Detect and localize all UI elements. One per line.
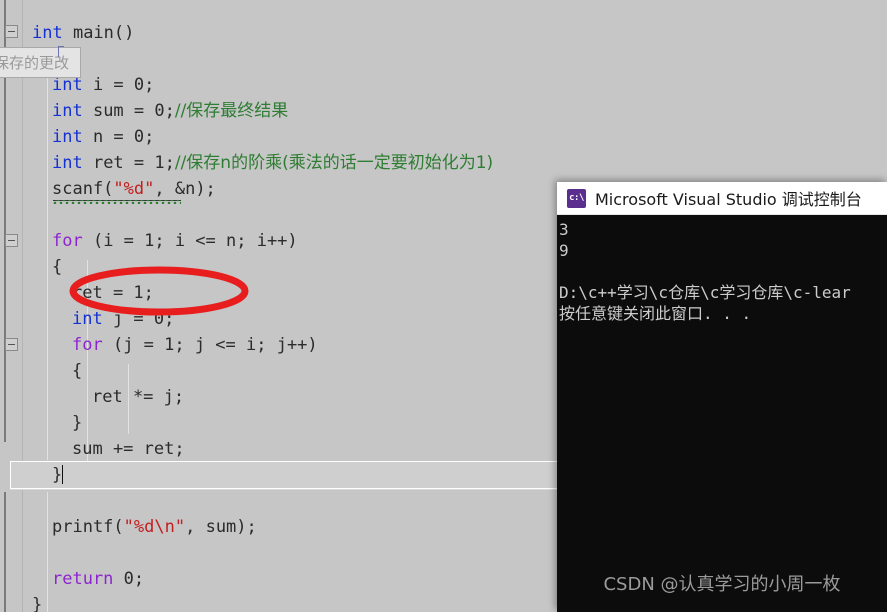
console-title-bar[interactable]: c:\ Microsoft Visual Studio 调试控制台	[557, 182, 887, 215]
code-line[interactable]: int ret = 1;//保存n的阶乘(乘法的话一定要初始化为1)	[0, 150, 887, 176]
scanf-error-squiggle	[53, 200, 181, 204]
red-ellipse-annotation	[69, 266, 249, 316]
code-line[interactable]	[0, 46, 887, 72]
code-token: (j = 1; j <= i; j++)	[112, 335, 318, 355]
tooltip-pointer	[58, 46, 59, 57]
code-token: "%d"	[113, 179, 155, 199]
code-token: "%d	[123, 517, 155, 537]
code-token: main()	[72, 23, 135, 43]
code-line[interactable]: int sum = 0;//保存最终结果	[0, 98, 887, 124]
code-token: "	[174, 517, 186, 537]
code-token: {	[72, 361, 83, 381]
code-token: return	[52, 569, 124, 589]
code-line[interactable]: int main()	[0, 20, 887, 46]
code-token: sum += ret;	[72, 439, 185, 459]
code-token: ret *= j;	[92, 387, 185, 407]
console-output-lines: 3 9 D:\c++学习\c仓库\c学习仓库\c-lear 按任意键关闭此窗口. . …	[559, 219, 887, 324]
code-token: int	[52, 153, 93, 173]
code-token: }	[72, 413, 83, 433]
code-token: {	[52, 257, 63, 277]
code-line[interactable]: int i = 0;	[0, 72, 887, 98]
code-token: scanf(	[52, 179, 114, 199]
code-token: sum = 0;	[92, 101, 175, 121]
code-token: i = 0;	[92, 75, 155, 95]
code-line[interactable]: int n = 0;	[0, 124, 887, 150]
cmd-prompt-icon: c:\	[567, 188, 586, 208]
tooltip-pointer-arm	[58, 46, 64, 47]
code-token: (i = 1; i <= n; i++)	[92, 231, 298, 251]
debug-console-window[interactable]: c:\ Microsoft Visual Studio 调试控制台 3 9 D:\c…	[557, 182, 887, 612]
console-output-line: 9	[559, 241, 569, 260]
code-token: printf(	[52, 517, 124, 537]
console-output-line: 3	[559, 220, 569, 239]
code-token: \n	[154, 517, 175, 537]
code-token: int	[32, 23, 73, 43]
code-token: int	[52, 127, 93, 147]
screenshot-root: int main() int i = 0; int sum = 0;//保存最终结果…	[0, 0, 887, 612]
code-token: int	[52, 75, 93, 95]
console-output-line: D:\c++学习\c仓库\c学习仓库\c-lear	[559, 283, 851, 302]
unsaved-changes-tooltip: 保存的更改	[0, 47, 81, 78]
code-token: , sum);	[185, 517, 257, 537]
text-caret	[62, 465, 64, 484]
code-token: //保存n的阶乘(乘法的话一定要初始化为1)	[174, 153, 494, 173]
console-output-area[interactable]: 3 9 D:\c++学习\c仓库\c学习仓库\c-lear 按任意键关闭此窗口. . …	[557, 215, 887, 612]
csdn-watermark: CSDN @认真学习的小周一枚	[603, 574, 841, 595]
code-token: , &n);	[154, 179, 216, 199]
code-token: }	[32, 595, 43, 612]
code-token: }	[52, 465, 63, 485]
code-token: for	[52, 231, 93, 251]
code-token: n = 0;	[92, 127, 155, 147]
code-token: ret = 1;	[92, 153, 175, 173]
code-token: int	[52, 101, 93, 121]
code-token: 0;	[123, 569, 145, 589]
console-title-text: Microsoft Visual Studio 调试控制台	[595, 190, 862, 209]
console-output-line: 按任意键关闭此窗口. . .	[559, 304, 752, 323]
code-token: //保存最终结果	[174, 101, 289, 121]
code-token: for	[72, 335, 113, 355]
